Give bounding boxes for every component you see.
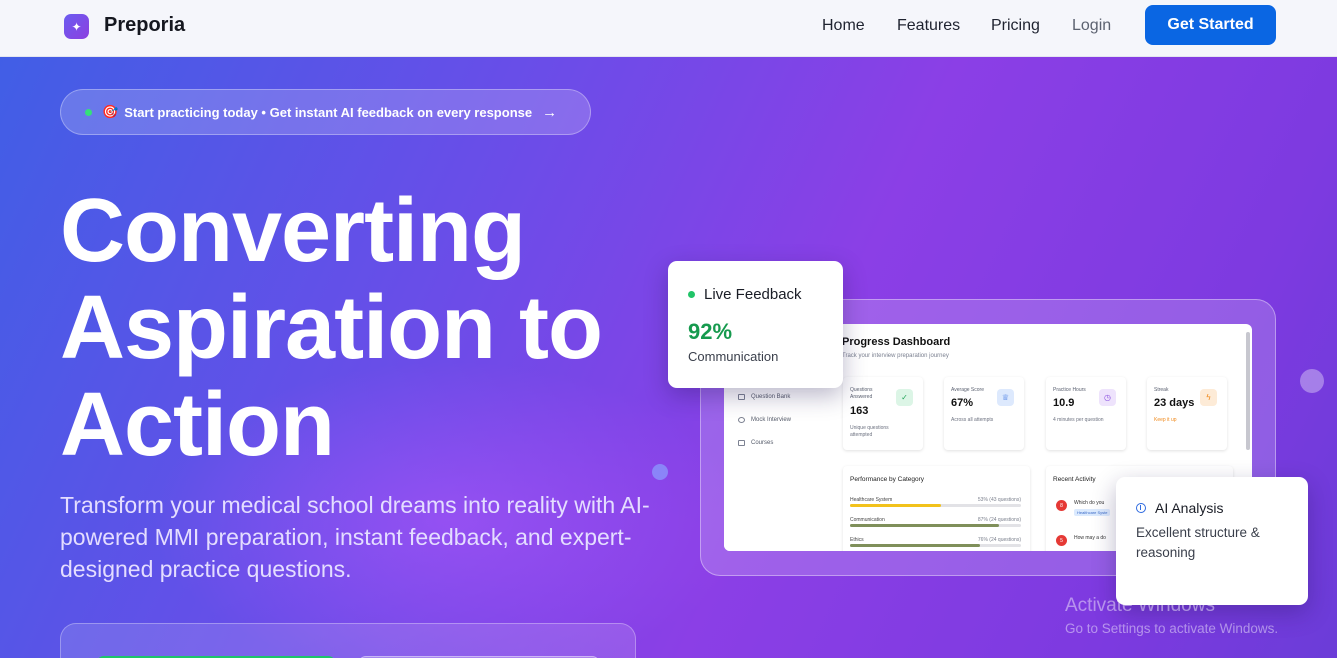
progress-fill [850, 544, 980, 547]
category-row: Communication 87% (24 questions) [850, 517, 1021, 527]
stat-label: Practice Hours [1053, 387, 1086, 393]
sidebar-item-mock-interview[interactable]: Mock Interview [738, 417, 791, 423]
progress-track [850, 524, 1021, 527]
nav-pricing[interactable]: Pricing [991, 17, 1040, 35]
hero-subtitle: Transform your medical school dreams int… [60, 492, 650, 582]
stat-value: 10.9 [1053, 397, 1075, 409]
live-feedback-score: 92% [688, 319, 733, 344]
panel-title: Performance by Category [850, 476, 925, 483]
stat-note: Keep it up [1154, 417, 1177, 423]
dashboard-subtitle: Track your interview preparation journey [842, 353, 949, 359]
activity-text: How may a do [1074, 535, 1106, 541]
activity-number: 8 [1056, 500, 1067, 511]
stat-card-streak: Streak 23 days ϟ Keep it up [1147, 377, 1227, 450]
award-icon: ♕ [997, 389, 1014, 406]
get-started-button[interactable]: Get Started [1145, 5, 1276, 45]
dashboard-title: Progress Dashboard [842, 336, 951, 348]
check-circle-icon: ✓ [896, 389, 913, 406]
lightning-icon: ϟ [1200, 389, 1217, 406]
stat-card-average-score: Average Score 67% ♕ Across all attempts [944, 377, 1024, 450]
ai-analysis-header: AI Analysis [1136, 500, 1223, 516]
status-dot [85, 108, 92, 116]
info-icon [1136, 503, 1146, 513]
stat-label: Streak [1154, 387, 1169, 393]
chat-icon [738, 417, 745, 423]
hero-title-line: Action [60, 375, 335, 475]
book-icon [738, 394, 745, 400]
sparkle-icon[interactable]: ✦ [64, 14, 89, 39]
activity-item[interactable]: 5 How may a do [1056, 535, 1106, 546]
hero-actions-card [60, 623, 636, 658]
activity-tag: Healthcare Syste [1074, 509, 1111, 516]
clock-icon: ◷ [1099, 389, 1116, 406]
nav-login[interactable]: Login [1072, 17, 1111, 35]
sidebar-item-label: Question Bank [751, 394, 791, 400]
sidebar-item-label: Courses [751, 440, 774, 446]
stat-card-practice-hours: Practice Hours 10.9 ◷ 4 minutes per ques… [1046, 377, 1126, 450]
sidebar-item-label: Mock Interview [751, 417, 792, 423]
category-row: Ethics 76% (24 questions) [850, 537, 1021, 547]
activity-text: Which do you [1074, 500, 1105, 506]
progress-fill [850, 524, 999, 527]
windows-watermark-title: Activate Windows [1065, 595, 1215, 616]
stat-value: 67% [951, 397, 974, 409]
ai-analysis-title: AI Analysis [1155, 500, 1224, 516]
category-name: Healthcare System [850, 497, 893, 503]
hero-title-line: Converting [60, 181, 526, 281]
live-feedback-header: Live Feedback [688, 286, 802, 303]
category-percent: 53% (43 questions) [977, 497, 1021, 503]
nav-features[interactable]: Features [897, 17, 960, 35]
stat-card-questions: Questions Answered 163 ✓ Unique question… [843, 377, 923, 450]
decorative-bubble [1300, 369, 1324, 393]
target-icon: 🎯 [102, 104, 119, 119]
announcement-pill[interactable]: 🎯 Start practicing today • Get instant A… [60, 89, 591, 135]
stat-label: Average Score [951, 387, 984, 393]
category-row: Healthcare System 53% (43 questions) [850, 497, 1021, 507]
ai-analysis-text: Excellent structure & reasoning [1136, 525, 1260, 560]
stat-note: Across all attempts [951, 417, 994, 423]
performance-panel: Performance by Category Healthcare Syste… [843, 466, 1030, 551]
category-percent: 76% (24 questions) [977, 537, 1021, 543]
hero-title-line: Aspiration to [60, 278, 603, 378]
stat-label: Questions Answered [850, 387, 873, 400]
live-feedback-title: Live Feedback [704, 286, 802, 303]
sidebar-item-question-bank[interactable]: Question Bank [738, 394, 790, 400]
announcement-text: Start practicing today • Get instant AI … [124, 104, 533, 120]
panel-title: Recent Activity [1053, 476, 1096, 483]
nav-home[interactable]: Home [822, 17, 865, 35]
stat-value: 163 [850, 405, 869, 417]
stat-note: Unique questions attempted [850, 425, 889, 438]
progress-track [850, 544, 1021, 547]
brand-name[interactable]: Preporia [104, 14, 185, 37]
hero-title: Converting Aspiration to Action [60, 181, 603, 475]
windows-watermark-text: Go to Settings to activate Windows. [1065, 621, 1279, 636]
activity-number: 5 [1056, 535, 1067, 546]
ai-analysis-card: AI Analysis Excellent structure & reason… [1116, 477, 1308, 605]
decorative-bubble [652, 464, 668, 480]
scrollbar[interactable] [1246, 332, 1250, 450]
category-name: Ethics [850, 537, 864, 543]
arrow-right-icon: → [542, 103, 558, 121]
activity-item[interactable]: 8 Which do you Healthcare Syste [1056, 500, 1111, 516]
top-nav: ✦ Preporia Home Features Pricing Login G… [0, 0, 1337, 57]
sidebar-item-courses[interactable]: Courses [738, 440, 773, 446]
live-feedback-card: Live Feedback 92% Communication [668, 261, 843, 388]
category-name: Communication [850, 517, 885, 523]
stat-value: 23 days [1154, 397, 1195, 409]
progress-fill [850, 504, 941, 507]
stat-note: 4 minutes per question [1053, 417, 1104, 423]
courses-icon [738, 440, 745, 446]
live-dot-icon [688, 291, 695, 298]
live-feedback-label: Communication [688, 349, 779, 364]
progress-track [850, 504, 1021, 507]
category-percent: 87% (24 questions) [977, 517, 1021, 523]
